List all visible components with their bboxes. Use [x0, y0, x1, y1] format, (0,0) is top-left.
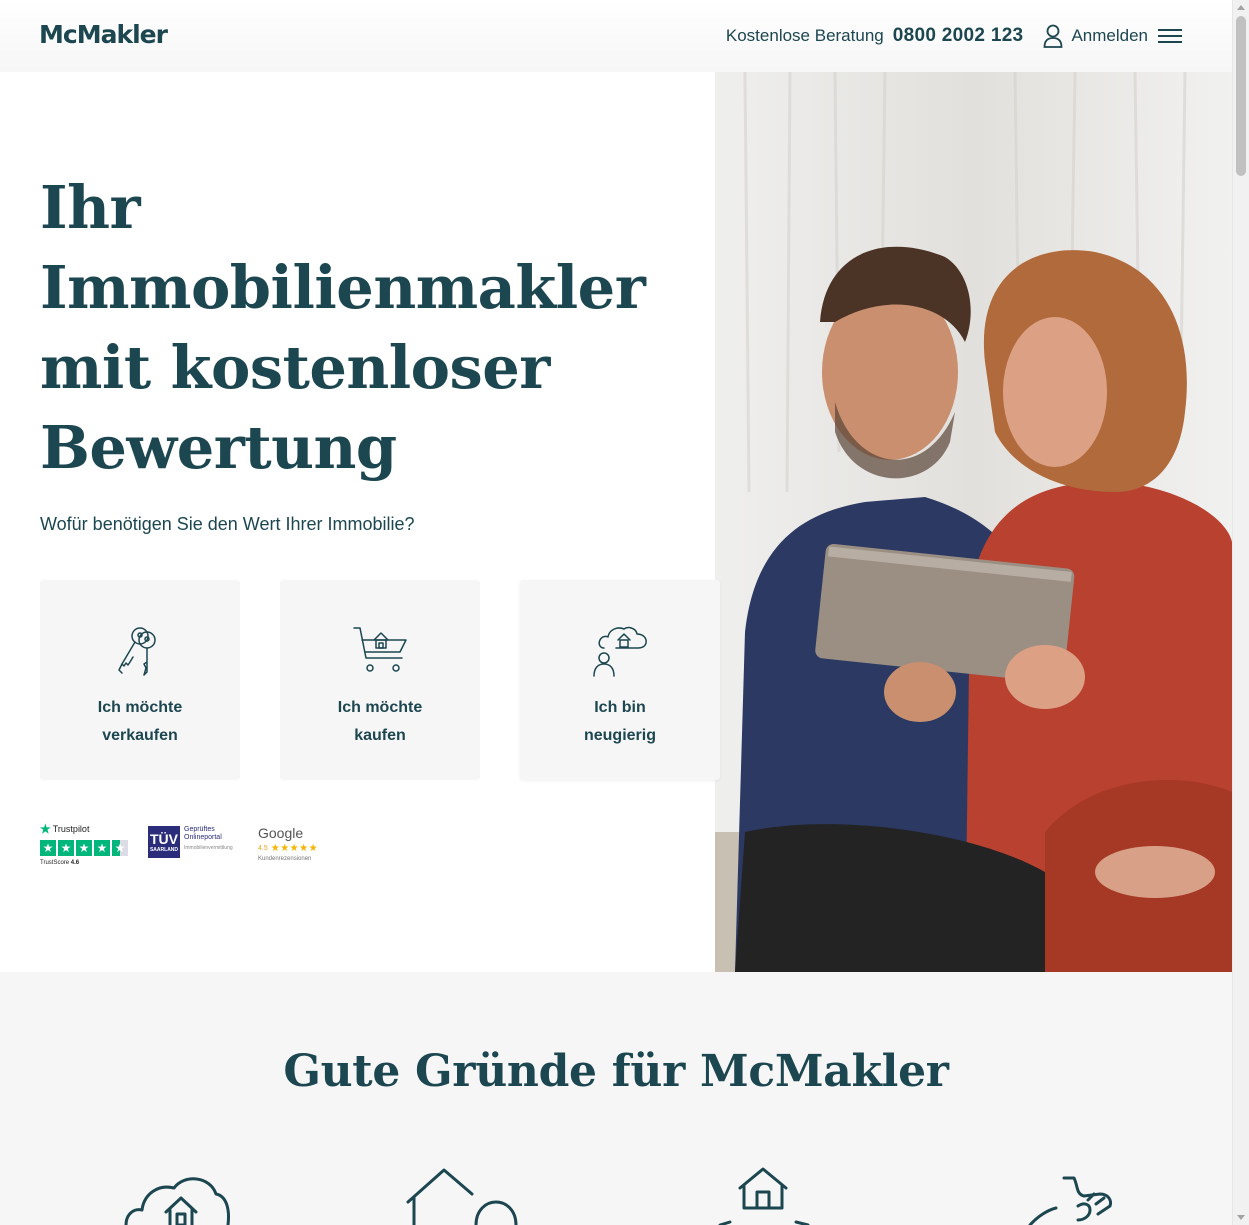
- headline-line: Ihr: [40, 173, 141, 242]
- star-icon: ★: [40, 822, 51, 836]
- hero-headline: Ihr Immobilienmakler mit kostenloser Bew…: [40, 168, 700, 488]
- logo[interactable]: McMakler: [39, 20, 168, 49]
- headline-line: Bewertung: [40, 413, 397, 482]
- headline-line: mit kostenloser: [40, 333, 550, 402]
- star-icon: ★: [58, 840, 74, 856]
- trustscore-value: 4.6: [70, 860, 80, 866]
- card-label: Ich bin neugierig: [583, 699, 656, 744]
- trustpilot-stars: ★ ★ ★ ★ ★: [40, 840, 132, 856]
- house-hand-icon: [718, 1167, 810, 1225]
- couple-with-tablet-photo: [715, 72, 1232, 972]
- half-star-icon: ★: [112, 840, 128, 856]
- star-icon: ★: [40, 840, 56, 856]
- hamburger-menu-icon[interactable]: [1158, 27, 1182, 45]
- section-title: Gute Gründe für McMakler: [283, 1046, 949, 1097]
- star-icon: ★: [76, 840, 92, 856]
- header-actions: Kostenlose Beratung 0800 2002 123 Anmeld…: [726, 23, 1182, 49]
- user-icon[interactable]: [1043, 24, 1063, 48]
- card-label: Ich möchte kaufen: [337, 699, 423, 744]
- star-icon: ★: [94, 840, 110, 856]
- google-name: Google: [258, 825, 304, 841]
- scrollbar-thumb[interactable]: [1236, 16, 1246, 176]
- trustpilot-badge[interactable]: ★ Trustpilot ★ ★ ★ ★ ★ TrustScore 4.6: [40, 822, 132, 866]
- tuv-line2: Onlineportal: [184, 834, 222, 841]
- consultation-label: Kostenlose Beratung: [725, 26, 884, 45]
- tuv-badge[interactable]: TÜV SAARLAND Geprüftes Onlineportal Immo…: [148, 826, 233, 858]
- login-link[interactable]: Anmelden: [1071, 26, 1148, 46]
- reasons-section: Gute Gründe für McMakler: [0, 972, 1232, 1225]
- tuv-region: SAARLAND: [149, 847, 179, 853]
- houses-icon: [406, 1168, 518, 1225]
- google-badge[interactable]: Google 4.5 ★★★★★ Kundenrezensionen: [258, 825, 318, 862]
- tuv-line1: Geprüftes: [184, 826, 215, 833]
- tuv-sub: Immobilienvermittlung: [184, 845, 233, 851]
- card-label: Ich möchte verkaufen: [97, 699, 183, 744]
- hand-icon: [1028, 1176, 1112, 1225]
- trustpilot-name: Trustpilot: [52, 824, 90, 834]
- intent-cards: Ich möchte verkaufen Ich möchte kaufen I…: [40, 580, 720, 780]
- google-stars-icon: ★★★★★: [270, 843, 319, 854]
- tuv-logo: TÜV SAARLAND: [148, 826, 180, 858]
- trustscore-label: TrustScore: [40, 860, 70, 866]
- valuation-question: Wofür benötigen Sie den Wert Ihrer Immob…: [40, 514, 415, 534]
- shopping-cart-house-icon: [353, 627, 407, 672]
- cloud-house-icon: [124, 1177, 230, 1225]
- google-sub: Kundenrezensionen: [258, 856, 312, 862]
- sell-card[interactable]: Ich möchte verkaufen: [40, 580, 240, 780]
- scroll-down-arrow-icon[interactable]: [1237, 1215, 1245, 1220]
- hero-photo: [715, 72, 1232, 972]
- buy-card[interactable]: Ich möchte kaufen: [280, 580, 480, 780]
- curious-card[interactable]: Ich bin neugierig: [520, 580, 720, 780]
- phone-link[interactable]: 0800 2002 123: [893, 25, 1024, 47]
- keys-icon: [118, 627, 156, 676]
- site-header: McMakler Kostenlose Beratung 0800 2002 1…: [0, 0, 1232, 72]
- scroll-up-arrow-icon[interactable]: [1237, 5, 1245, 10]
- google-score: 4.5: [258, 845, 268, 852]
- vertical-scrollbar[interactable]: [1232, 0, 1249, 1225]
- headline-line: Immobilienmakler: [40, 253, 646, 322]
- person-cloud-house-icon: [593, 626, 647, 677]
